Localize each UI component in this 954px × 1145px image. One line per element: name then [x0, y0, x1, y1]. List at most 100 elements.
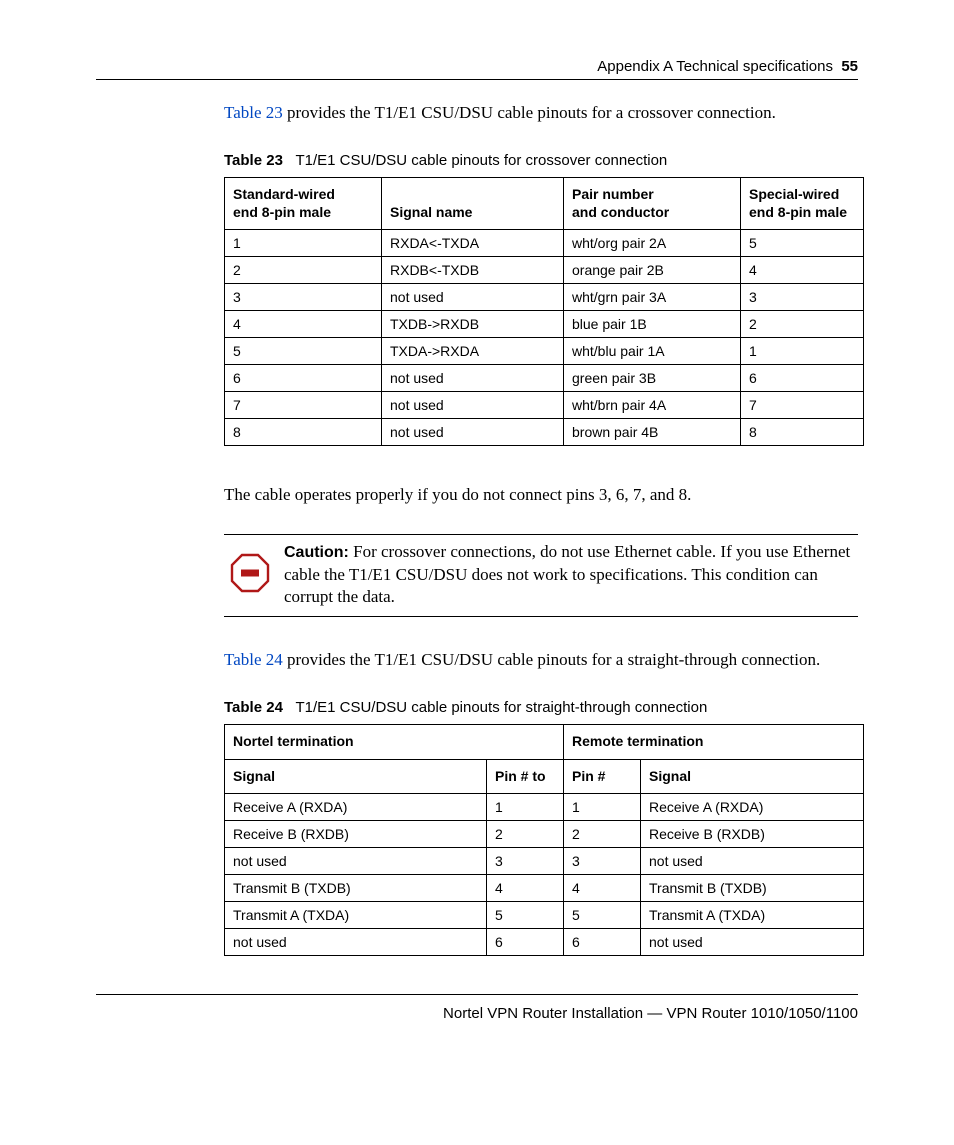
- table-cell: 3: [741, 284, 864, 311]
- table-cell: 1: [564, 794, 641, 821]
- table-cell: not used: [641, 848, 864, 875]
- table-row: Transmit B (TXDB)44Transmit B (TXDB): [225, 875, 864, 902]
- table-24-caption: Table 24 T1/E1 CSU/DSU cable pinouts for…: [224, 699, 858, 716]
- header-rule: [96, 79, 858, 80]
- caution-label: Caution:: [284, 544, 349, 561]
- table-cell: wht/org pair 2A: [564, 230, 741, 257]
- page-header: Appendix A Technical specifications 55: [96, 58, 858, 75]
- table-cell: Receive B (RXDB): [225, 821, 487, 848]
- table-cell: 1: [225, 230, 382, 257]
- table-cell: 4: [225, 311, 382, 338]
- table-cell: green pair 3B: [564, 365, 741, 392]
- t24-h-pin-b: Pin #: [564, 759, 641, 794]
- page-footer: Nortel VPN Router Installation — VPN Rou…: [96, 1005, 858, 1022]
- table-cell: not used: [225, 929, 487, 956]
- table-cell: 1: [487, 794, 564, 821]
- table-cell: not used: [382, 284, 564, 311]
- table-23-caption-title: T1/E1 CSU/DSU cable pinouts for crossove…: [295, 152, 667, 169]
- table-cell: 2: [225, 257, 382, 284]
- table-cell: 3: [225, 284, 382, 311]
- t24-h-signal2: Signal: [641, 759, 864, 794]
- t23-h2: Signal name: [382, 178, 564, 230]
- caution-box: Caution: For crossover connections, do n…: [224, 534, 858, 617]
- table-row: Transmit A (TXDA)55Transmit A (TXDA): [225, 902, 864, 929]
- table-cell: 8: [225, 419, 382, 446]
- table-cell: 8: [741, 419, 864, 446]
- table-23-caption-label: Table 23: [224, 152, 283, 169]
- table-cell: not used: [382, 365, 564, 392]
- caution-body: For crossover connections, do not use Et…: [284, 542, 850, 606]
- table-cell: 2: [741, 311, 864, 338]
- table-cell: 5: [487, 902, 564, 929]
- table-cell: not used: [641, 929, 864, 956]
- table-cell: 5: [225, 338, 382, 365]
- table-cell: RXDB<-TXDB: [382, 257, 564, 284]
- paragraph-2: The cable operates properly if you do no…: [224, 484, 858, 506]
- table-row: 3not usedwht/grn pair 3A3: [225, 284, 864, 311]
- table-cell: wht/grn pair 3A: [564, 284, 741, 311]
- caution-text: Caution: For crossover connections, do n…: [284, 535, 858, 616]
- table-cell: not used: [382, 419, 564, 446]
- table-cell: 6: [564, 929, 641, 956]
- table-cell: 6: [741, 365, 864, 392]
- caution-icon: [230, 553, 270, 593]
- table-cell: 4: [564, 875, 641, 902]
- table-row: 7not usedwht/brn pair 4A7: [225, 392, 864, 419]
- table-cell: 3: [487, 848, 564, 875]
- table-row: Receive B (RXDB)22Receive B (RXDB): [225, 821, 864, 848]
- header-page-number: 55: [841, 58, 858, 75]
- header-section: Appendix A Technical specifications: [597, 58, 833, 75]
- table-23-caption: Table 23 T1/E1 CSU/DSU cable pinouts for…: [224, 152, 858, 169]
- footer-rule: [96, 994, 858, 995]
- table-cell: TXDB->RXDB: [382, 311, 564, 338]
- table-row: not used66not used: [225, 929, 864, 956]
- table-cell: 6: [487, 929, 564, 956]
- table-cell: 6: [225, 365, 382, 392]
- table-cell: Transmit A (TXDA): [225, 902, 487, 929]
- table-cell: 7: [741, 392, 864, 419]
- table-row: not used33not used: [225, 848, 864, 875]
- table-cell: 4: [741, 257, 864, 284]
- table-24-caption-title: T1/E1 CSU/DSU cable pinouts for straight…: [295, 699, 707, 716]
- t24-span1: Nortel termination: [225, 725, 564, 760]
- table-cell: orange pair 2B: [564, 257, 741, 284]
- table-cell: RXDA<-TXDA: [382, 230, 564, 257]
- table-row: 5TXDA->RXDAwht/blu pair 1A1: [225, 338, 864, 365]
- table-row: 2RXDB<-TXDBorange pair 2B4: [225, 257, 864, 284]
- intro-paragraph-1: Table 23 provides the T1/E1 CSU/DSU cabl…: [224, 102, 858, 124]
- table-cell: Transmit B (TXDB): [641, 875, 864, 902]
- table-cell: Transmit A (TXDA): [641, 902, 864, 929]
- t23-h3: Pair numberand conductor: [564, 178, 741, 230]
- table-row: Receive A (RXDA)11Receive A (RXDA): [225, 794, 864, 821]
- t23-h1: Standard-wiredend 8-pin male: [225, 178, 382, 230]
- table-cell: wht/brn pair 4A: [564, 392, 741, 419]
- table-24-link[interactable]: Table 24: [224, 650, 283, 669]
- table-cell: Transmit B (TXDB): [225, 875, 487, 902]
- intro-paragraph-3: Table 24 provides the T1/E1 CSU/DSU cabl…: [224, 649, 858, 671]
- table-row: 8not usedbrown pair 4B8: [225, 419, 864, 446]
- table-cell: not used: [382, 392, 564, 419]
- table-cell: wht/blu pair 1A: [564, 338, 741, 365]
- table-24-caption-label: Table 24: [224, 699, 283, 716]
- table-cell: blue pair 1B: [564, 311, 741, 338]
- table-cell: TXDA->RXDA: [382, 338, 564, 365]
- table-row: 4TXDB->RXDBblue pair 1B2: [225, 311, 864, 338]
- table-cell: 2: [487, 821, 564, 848]
- table-cell: 4: [487, 875, 564, 902]
- t24-span2: Remote termination: [564, 725, 864, 760]
- table-cell: 5: [741, 230, 864, 257]
- table-24: Nortel termination Remote termination Si…: [224, 724, 864, 956]
- table-cell: 2: [564, 821, 641, 848]
- table-cell: 7: [225, 392, 382, 419]
- table-23-link[interactable]: Table 23: [224, 103, 283, 122]
- table-cell: Receive A (RXDA): [641, 794, 864, 821]
- table-23: Standard-wiredend 8-pin male Signal name…: [224, 177, 864, 446]
- intro-paragraph-1-text: provides the T1/E1 CSU/DSU cable pinouts…: [283, 103, 776, 122]
- table-cell: Receive B (RXDB): [641, 821, 864, 848]
- table-cell: 3: [564, 848, 641, 875]
- table-cell: not used: [225, 848, 487, 875]
- table-cell: 5: [564, 902, 641, 929]
- intro-paragraph-3-text: provides the T1/E1 CSU/DSU cable pinouts…: [283, 650, 820, 669]
- t24-h-signal1: Signal: [225, 759, 487, 794]
- table-cell: Receive A (RXDA): [225, 794, 487, 821]
